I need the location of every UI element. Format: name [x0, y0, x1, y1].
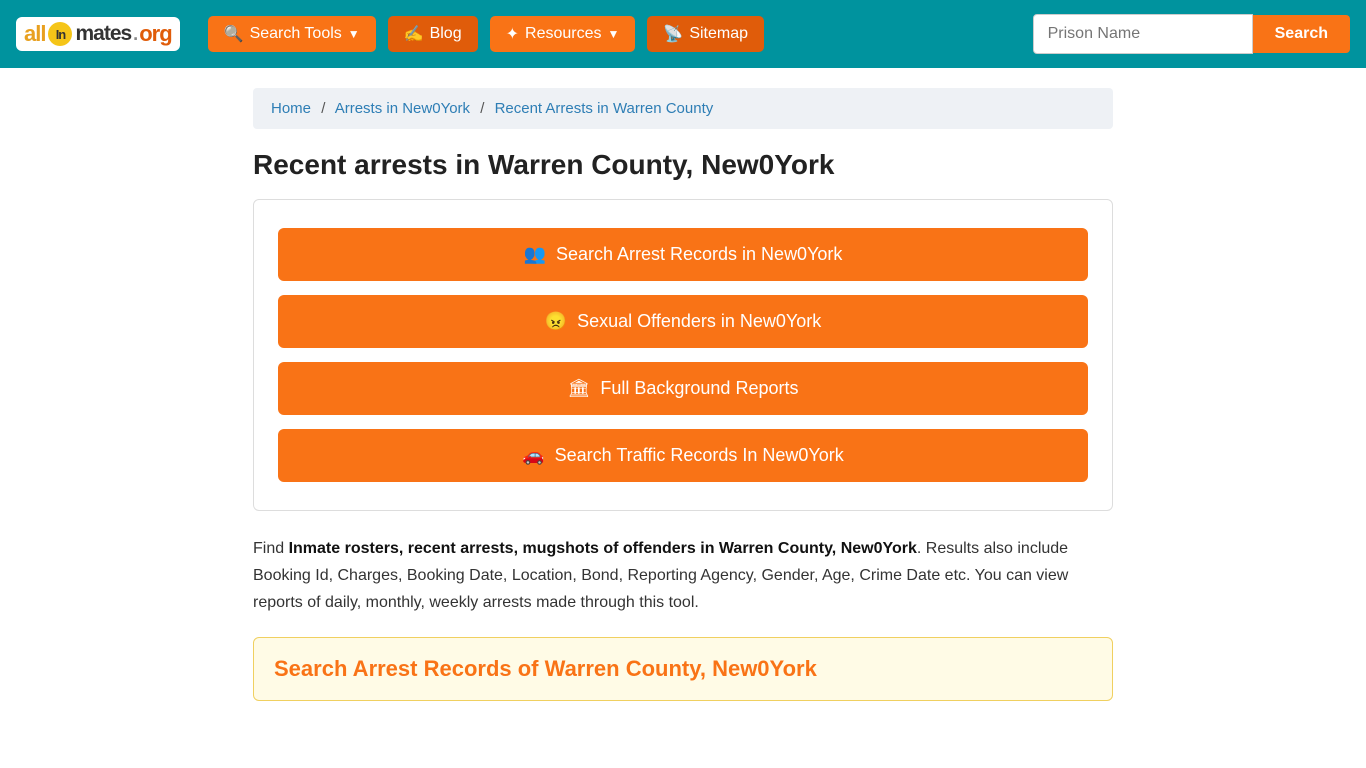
resources-button[interactable]: ✦ Resources ▼	[490, 16, 636, 52]
search-arrest-records-button[interactable]: 👥 Search Arrest Records in New0York	[278, 228, 1088, 281]
search-records-box: Search Arrest Records of Warren County, …	[253, 637, 1113, 701]
traffic-records-button[interactable]: 🚗 Search Traffic Records In New0York	[278, 429, 1088, 482]
search-btn-label: Search	[1275, 25, 1328, 42]
description-intro: Find	[253, 540, 289, 557]
sitemap-icon: 📡	[663, 24, 683, 44]
search-tools-button[interactable]: 🔍 Search Tools ▼	[208, 16, 376, 52]
breadcrumb-current: Recent Arrests in Warren County	[495, 100, 714, 117]
offender-icon: 😠	[545, 311, 567, 332]
background-reports-button[interactable]: 🏛 Full Background Reports	[278, 362, 1088, 415]
search-arrest-records-label: Search Arrest Records in New0York	[556, 244, 842, 265]
resources-icon: ✦	[506, 24, 519, 44]
traffic-records-label: Search Traffic Records In New0York	[555, 445, 844, 466]
chevron-down-icon-2: ▼	[608, 27, 620, 41]
prison-search-input[interactable]	[1033, 14, 1253, 54]
background-reports-label: Full Background Reports	[600, 378, 798, 399]
blog-button[interactable]: ✍ Blog	[388, 16, 478, 52]
logo-org: org	[139, 21, 171, 47]
logo-mates: mates	[75, 22, 131, 46]
building-icon: 🏛	[568, 378, 591, 399]
navbar: allInmates.org 🔍 Search Tools ▼ ✍ Blog ✦…	[0, 0, 1366, 68]
search-tools-label: Search Tools	[250, 25, 342, 43]
sexual-offenders-label: Sexual Offenders in New0York	[577, 311, 821, 332]
description: Find Inmate rosters, recent arrests, mug…	[253, 535, 1113, 617]
search-icon: 🔍	[224, 24, 244, 44]
logo-icon: In	[48, 22, 72, 46]
logo-all: all	[24, 21, 45, 47]
logo-box: allInmates.org	[16, 17, 180, 51]
content-area: Home / Arrests in New0York / Recent Arre…	[233, 68, 1133, 721]
logo-dot: .	[133, 24, 137, 45]
car-icon: 🚗	[522, 445, 544, 466]
sexual-offenders-button[interactable]: 😠 Sexual Offenders in New0York	[278, 295, 1088, 348]
prison-search-area: Search	[1033, 14, 1350, 54]
logo[interactable]: allInmates.org	[16, 17, 180, 51]
resources-label: Resources	[525, 25, 601, 43]
breadcrumb: Home / Arrests in New0York / Recent Arre…	[253, 88, 1113, 129]
group-icon: 👥	[524, 244, 546, 265]
blog-label: Blog	[430, 25, 462, 43]
sitemap-button[interactable]: 📡 Sitemap	[647, 16, 764, 52]
breadcrumb-home[interactable]: Home	[271, 100, 311, 117]
search-records-title: Search Arrest Records of Warren County, …	[274, 656, 1092, 682]
prison-search-button[interactable]: Search	[1253, 15, 1350, 53]
blog-icon: ✍	[404, 24, 424, 44]
sitemap-label: Sitemap	[689, 25, 748, 43]
breadcrumb-sep-1: /	[321, 100, 325, 117]
breadcrumb-arrests[interactable]: Arrests in New0York	[335, 100, 470, 117]
chevron-down-icon: ▼	[348, 27, 360, 41]
action-card: 👥 Search Arrest Records in New0York 😠 Se…	[253, 199, 1113, 511]
breadcrumb-sep-2: /	[480, 100, 484, 117]
description-bold: Inmate rosters, recent arrests, mugshots…	[289, 540, 917, 557]
page-title: Recent arrests in Warren County, New0Yor…	[253, 149, 1113, 181]
